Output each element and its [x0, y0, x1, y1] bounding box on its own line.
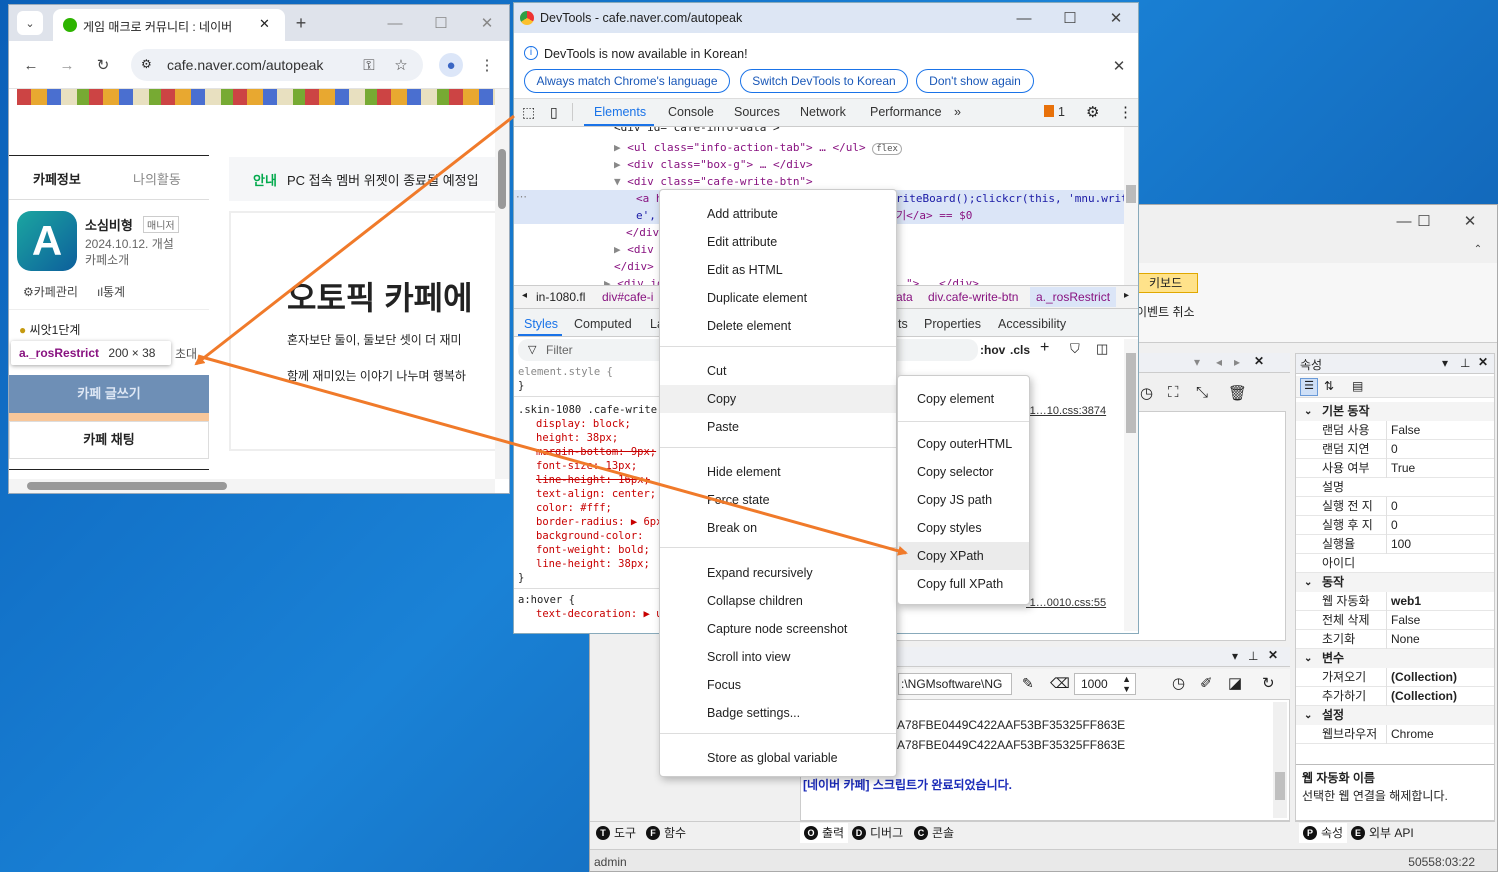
arrow-to-element — [194, 114, 515, 366]
arrow-to-copy-xpath — [197, 354, 908, 556]
annotation-arrows — [194, 114, 908, 556]
